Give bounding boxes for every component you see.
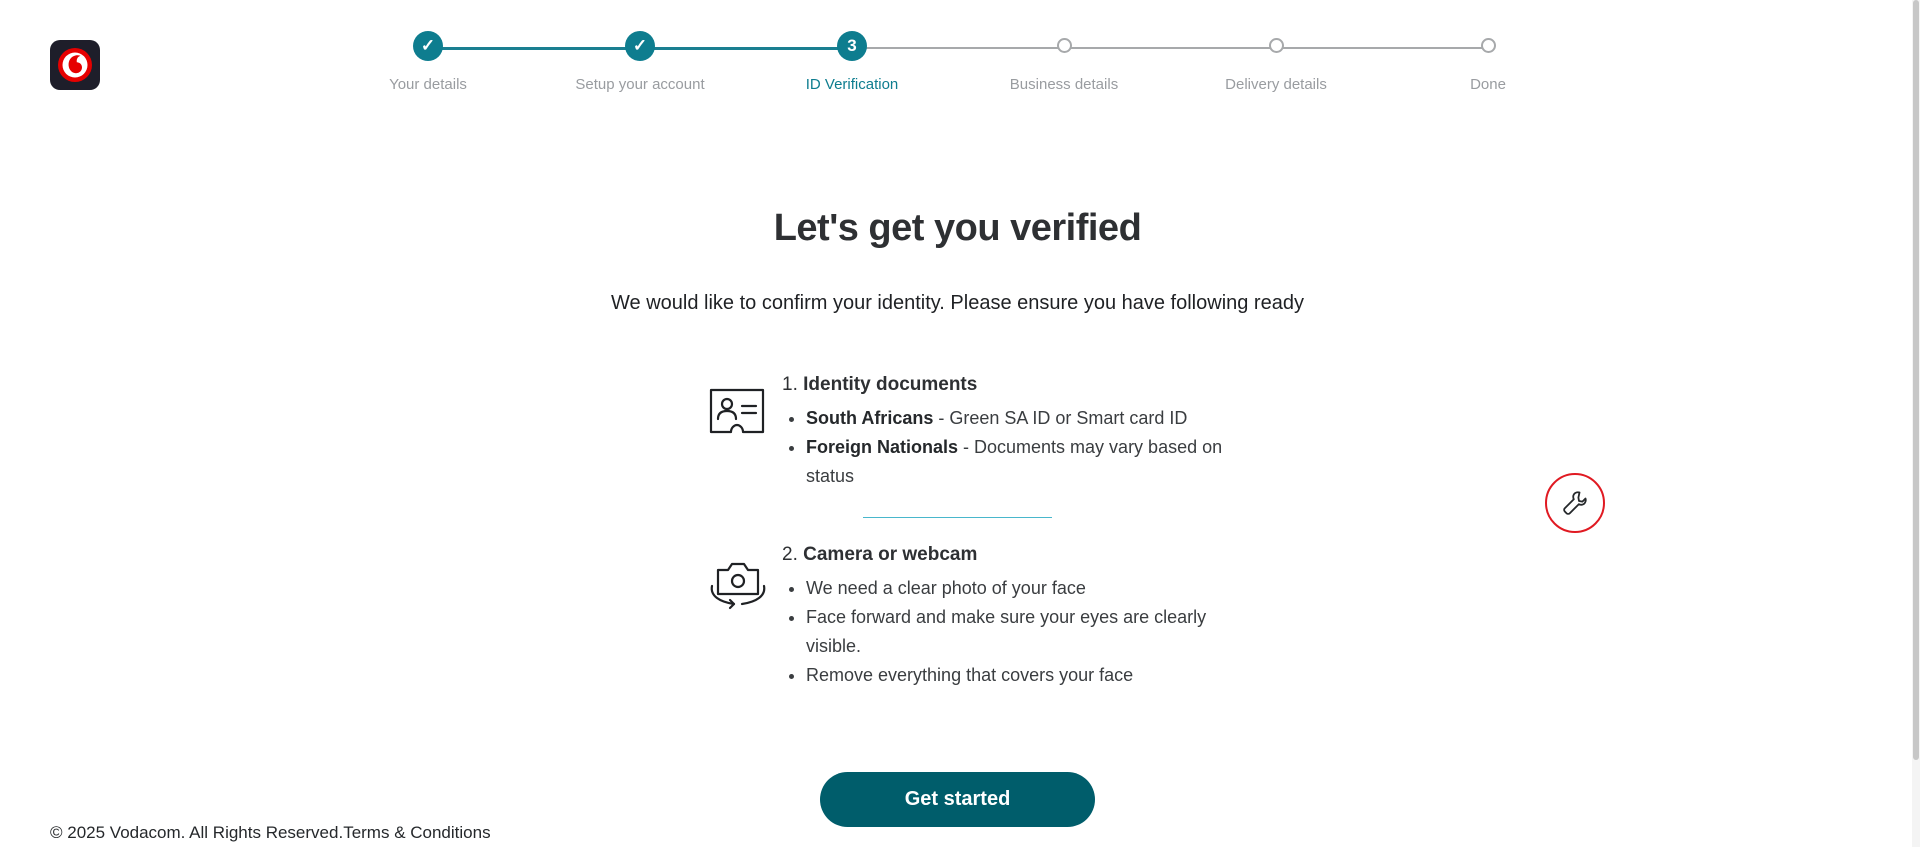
step-done: Done [1388, 31, 1588, 93]
requirement-number: 1. [782, 374, 798, 395]
list-item: Face forward and make sure your eyes are… [806, 603, 1262, 661]
requirement-identity-documents: 1. Identity documents South Africans - G… [705, 374, 1265, 504]
check-icon: ✓ [413, 31, 443, 61]
list-item: Remove everything that covers your face [806, 661, 1262, 690]
step-setup-account[interactable]: ✓ Setup your account [540, 31, 740, 93]
list-item: We need a clear photo of your face [806, 574, 1262, 603]
step-id-verification: 3 ID Verification [752, 31, 952, 93]
step-label: Done [1470, 76, 1506, 93]
requirement-title: 1. Identity documents [782, 374, 1262, 396]
requirement-title-text: Identity documents [803, 374, 978, 395]
vodafone-logo-icon [58, 48, 92, 82]
scrollbar-thumb[interactable] [1913, 0, 1919, 760]
copyright-text: © 2025 Vodacom. All Rights Reserved. [50, 823, 344, 842]
list-item-bold: Foreign Nationals [806, 437, 959, 457]
step-delivery-details: Delivery details [1176, 31, 1376, 93]
step-label: Setup your account [575, 76, 705, 93]
list-item: South Africans - Green SA ID or Smart ca… [806, 404, 1262, 433]
step-label: Delivery details [1225, 76, 1327, 93]
requirement-list: We need a clear photo of your face Face … [782, 574, 1262, 690]
step-label: Business details [1009, 76, 1119, 93]
check-icon: ✓ [625, 31, 655, 61]
wrench-icon [1563, 491, 1587, 515]
progress-stepper: ✓ Your details ✓ Setup your account 3 ID… [328, 31, 1538, 111]
page-subtitle: We would like to confirm your identity. … [611, 292, 1304, 314]
step-your-details[interactable]: ✓ Your details [328, 31, 528, 93]
step-number: 3 [837, 31, 867, 61]
requirement-list: South Africans - Green SA ID or Smart ca… [782, 404, 1262, 491]
id-card-icon [709, 388, 765, 434]
requirement-title-text: Camera or webcam [803, 544, 978, 565]
pending-step-marker [1056, 38, 1072, 53]
step-label: ID Verification [805, 76, 899, 93]
page-title: Let's get you verified [773, 207, 1142, 249]
list-item: Foreign Nationals - Documents may vary b… [806, 433, 1262, 491]
tools-button[interactable] [1545, 473, 1605, 533]
scrollbar[interactable] [1912, 0, 1920, 847]
camera-icon [710, 562, 766, 610]
pending-step-marker [1480, 38, 1496, 53]
requirement-camera: 2. Camera or webcam We need a clear phot… [705, 544, 1265, 694]
requirement-number: 2. [782, 544, 798, 565]
footer: © 2025 Vodacom. All Rights Reserved.Term… [50, 823, 491, 843]
pending-step-marker [1268, 38, 1284, 53]
step-label: Your details [389, 76, 467, 93]
requirement-title: 2. Camera or webcam [782, 544, 1262, 566]
vodafone-logo[interactable] [50, 40, 100, 90]
list-item-text: - Green SA ID or Smart card ID [933, 408, 1188, 428]
get-started-button[interactable]: Get started [820, 772, 1095, 827]
section-divider [863, 517, 1052, 518]
step-business-details: Business details [964, 31, 1164, 93]
terms-link[interactable]: Terms & Conditions [343, 823, 490, 842]
list-item-bold: South Africans [806, 408, 934, 428]
